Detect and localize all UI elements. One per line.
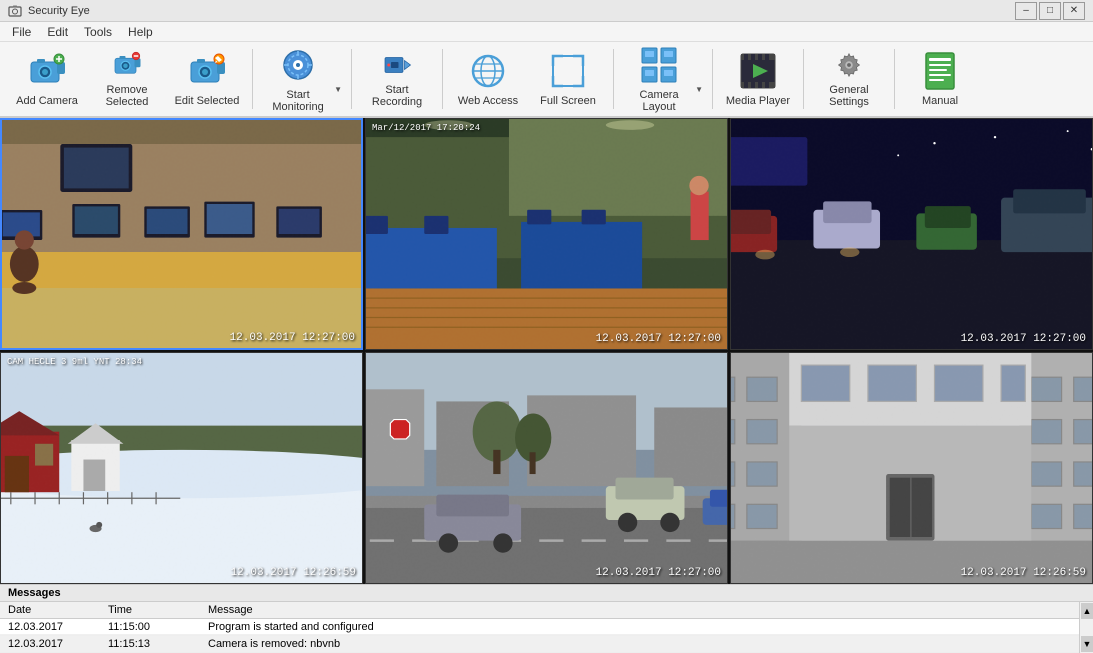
manual-label: Manual [922,95,958,107]
general-settings-label: General Settings [813,84,885,108]
toolbar-separator-3 [442,49,443,109]
add-camera-button[interactable]: Add Camera [8,45,86,113]
toolbar: Add Camera Remove Selected Edit Selected [0,42,1093,118]
toolbar-separator-7 [894,49,895,109]
cell-time: 11:15:00 [100,619,200,636]
fullscreen-icon [548,51,588,91]
minimize-button[interactable]: – [1015,2,1037,20]
scroll-up[interactable]: ▲ [1081,603,1093,619]
edit-selected-button[interactable]: Edit Selected [168,45,246,113]
table-row: 12.03.201711:15:00Program is started and… [0,619,1079,636]
toolbar-separator-5 [712,49,713,109]
titlebar: Security Eye – □ ✕ [0,0,1093,22]
messages-tbody: 12.03.201711:15:00Program is started and… [0,619,1079,653]
col-time: Time [100,602,200,619]
toolbar-separator-4 [613,49,614,109]
add-camera-label: Add Camera [16,95,78,107]
cam4-label: CAM HECLE 3 9ml YNT 28:34 [7,357,142,367]
cam5-scene [366,353,727,583]
cam4-timestamp: 12.03.2017 12:26:59 [231,567,356,579]
cell-message: Camera is removed: nbvnb [200,636,1079,653]
manual-icon [920,51,960,91]
edit-selected-label: Edit Selected [175,95,240,107]
titlebar-controls: – □ ✕ [1015,2,1085,20]
camera-layout-label: Camera Layout [623,89,695,113]
player-icon [738,51,778,91]
toolbar-separator-6 [803,49,804,109]
cell-date: 12.03.2017 [0,619,100,636]
manual-button[interactable]: Manual [901,45,979,113]
camera-layout-button[interactable]: Camera Layout ▼ [620,45,706,113]
media-player-label: Media Player [726,95,790,107]
app-title: Security Eye [28,5,90,17]
camera-1[interactable]: 12.03.2017 12:27:00 [0,118,363,350]
cam3-timestamp: 12.03.2017 12:27:00 [961,333,1086,345]
messages-table: Date Time Message 12.03.201711:15:00Prog… [0,602,1079,653]
cam6-timestamp: 12.03.2017 12:26:59 [961,567,1086,579]
table-row: 12.03.201711:15:13Camera is removed: nbv… [0,636,1079,653]
camera-5[interactable]: 12.03.2017 12:27:00 [365,352,728,584]
remove-selected-button[interactable]: Remove Selected [88,45,166,113]
cell-date: 12.03.2017 [0,636,100,653]
col-date: Date [0,602,100,619]
toolbar-separator-1 [252,49,253,109]
camera-4[interactable]: CAM HECLE 3 9ml YNT 28:34 12.03.2017 12:… [0,352,363,584]
cam2-scene [366,119,727,349]
monitoring-icon [278,45,318,85]
cam5-timestamp: 12.03.2017 12:27:00 [596,567,721,579]
cell-time: 11:15:13 [100,636,200,653]
messages-table-container[interactable]: Date Time Message 12.03.201711:15:00Prog… [0,602,1079,653]
scrollbar[interactable]: ▲ ▼ [1079,602,1093,653]
cam2-timestamp: 12.03.2017 12:27:00 [596,333,721,345]
menu-file[interactable]: File [4,23,39,41]
general-settings-button[interactable]: General Settings [810,45,888,113]
camera-grid: 12.03.2017 12:27:00 [0,118,1093,584]
edit-icon [187,51,227,91]
settings-icon [829,50,869,80]
scroll-down[interactable]: ▼ [1081,636,1093,652]
cam6-scene [731,353,1092,583]
camera-6[interactable]: 12.03.2017 12:26:59 [730,352,1093,584]
cam1-scene [2,120,361,348]
layout-icon [639,45,679,85]
media-player-button[interactable]: Media Player [719,45,797,113]
toolbar-separator-2 [351,49,352,109]
start-monitoring-button[interactable]: Start Monitoring ▼ [259,45,345,113]
app-icon [8,4,22,18]
full-screen-label: Full Screen [540,95,596,107]
menu-help[interactable]: Help [120,23,161,41]
menu-edit[interactable]: Edit [39,23,76,41]
add-camera-icon [27,51,67,91]
close-button[interactable]: ✕ [1063,2,1085,20]
web-access-label: Web Access [458,95,518,107]
cam4-scene [1,353,362,583]
remove-icon [107,50,147,80]
cell-message: Program is started and configured [200,619,1079,636]
menu-tools[interactable]: Tools [76,23,120,41]
menubar: File Edit Tools Help [0,22,1093,42]
recording-label: Start Recording [361,84,433,108]
full-screen-button[interactable]: Full Screen [529,45,607,113]
monitoring-label: Start Monitoring [262,89,334,113]
web-access-button[interactable]: Web Access [449,45,527,113]
col-message: Message [200,602,1079,619]
cam2-label: Mar/12/2017 17:20:24 [372,123,480,133]
web-icon [468,51,508,91]
titlebar-left: Security Eye [8,4,90,18]
camera-2[interactable]: Mar/12/2017 17:20:24 12.03.2017 12:27:00 [365,118,728,350]
cam3-scene [731,119,1092,349]
camera-3[interactable]: 12.03.2017 12:27:00 [730,118,1093,350]
maximize-button[interactable]: □ [1039,2,1061,20]
messages-title: Messages [8,587,61,599]
cam1-timestamp: 12.03.2017 12:27:00 [230,332,355,344]
start-recording-button[interactable]: Start Recording [358,45,436,113]
messages-panel: Messages Date Time Message 12.03.201711:… [0,584,1093,634]
remove-selected-label: Remove Selected [91,84,163,108]
messages-header: Messages [0,585,1093,602]
recording-icon [377,50,417,80]
